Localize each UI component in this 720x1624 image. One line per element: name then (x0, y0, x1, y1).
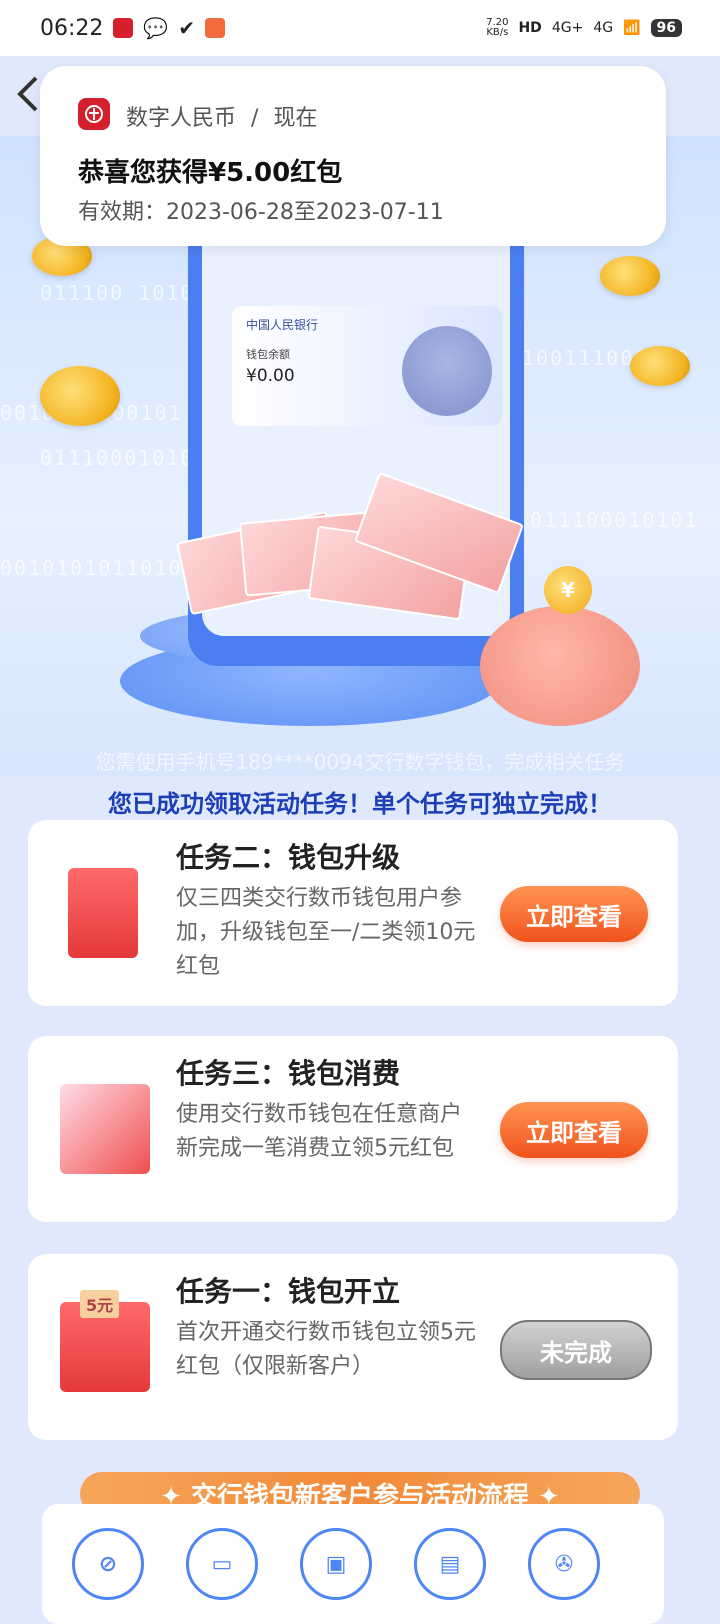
wifi-icon: 📶 (623, 20, 641, 36)
notification-validity: 有效期：2023-06-28至2023-07-11 (78, 200, 444, 225)
task-title: 任务三：钱包消费 (176, 1057, 401, 1090)
view-now-button[interactable]: 立即查看 (500, 886, 648, 942)
notification-app-name: 数字人民币 (126, 106, 237, 131)
notification-app-line: 数字人民币 / 现在 (126, 100, 317, 132)
task-description: 使用交行数币钱包在任意商户新完成一笔消费立领5元红包 (176, 1102, 463, 1161)
piggy-bank: ¥ (480, 566, 640, 726)
task-card-open-wallet: 5元 任务一：钱包开立 首次开通交行数币钱包立领5元红包（仅限新客户） 未完成 (28, 1254, 678, 1440)
yuan-coin-icon: ¥ (544, 566, 592, 614)
flow-step-icon: ✇ (528, 1528, 600, 1600)
notification-separator: / (251, 106, 259, 131)
signal-4gplus-label: 4G+ (551, 20, 584, 36)
coin-icon (630, 346, 690, 386)
banknote-portrait (402, 326, 492, 416)
network-speed: 7.20 KB/s (486, 17, 509, 38)
flow-step-icon: ⊘ (72, 1528, 144, 1600)
task-description: 仅三四类交行数币钱包用户参加，升级钱包至一/二类领10元红包 (176, 886, 476, 979)
task-title: 任务一：钱包开立 (176, 1275, 401, 1308)
status-time: 06:22 (40, 15, 104, 41)
battery-indicator: 96 (650, 19, 682, 37)
card-balance: ¥0.00 (246, 366, 295, 386)
digital-rmb-app-icon (78, 98, 110, 130)
signal-4g-label: 4G (593, 20, 614, 36)
app-notification-icon (205, 18, 226, 38)
binary-decoration: 011100010101 (530, 508, 699, 532)
flow-step-icon: ▤ (414, 1528, 486, 1600)
coin-icon (40, 366, 120, 426)
wallet-icon: 5元 (60, 1290, 150, 1392)
task-card-spend: 任务三：钱包消费 使用交行数币钱包在任意商户新完成一笔消费立领5元红包 立即查看 (28, 1036, 678, 1222)
digital-rmb-icon (113, 18, 134, 38)
coin-icon (600, 256, 660, 296)
growth-arrow-envelope-icon (60, 1084, 150, 1174)
push-notification[interactable]: 数字人民币 / 现在 恭喜您获得¥5.00红包 有效期：2023-06-28至2… (40, 66, 666, 246)
card-bank-name: 中国人民银行 (246, 318, 319, 332)
phone-illustration: 中国人民银行 钱包余额 ¥0.00 (175, 196, 525, 666)
hd-icon: HD (518, 20, 542, 36)
task-description: 首次开通交行数币钱包立领5元红包（仅限新客户） (176, 1320, 476, 1379)
task-card-upgrade: 任务二：钱包升级 仅三四类交行数币钱包用户参加，升级钱包至一/二类领10元红包 … (28, 820, 678, 1006)
rmb-logo-icon (85, 105, 103, 123)
binary-decoration: 011100010101 (40, 446, 209, 470)
wallet-badge: 5元 (80, 1290, 120, 1318)
message-icon: 💬 (143, 16, 169, 40)
notification-title: 恭喜您获得¥5.00红包 (78, 158, 343, 188)
flow-step-icon: ▣ (300, 1528, 372, 1600)
view-now-button[interactable]: 立即查看 (500, 1102, 648, 1158)
status-bar: 06:22 💬 ✔ 7.20 KB/s HD 4G+ 4G 📶 96 (0, 0, 720, 56)
binary-decoration: 00101010110100 (0, 556, 197, 580)
task-title: 任务二：钱包升级 (176, 841, 401, 874)
red-envelope-icon (68, 868, 138, 958)
info-phone-requirement: 您需使用手机号189****0094交行数字钱包，完成相关任务 (95, 750, 625, 774)
check-icon: ✔ (178, 16, 196, 40)
notification-time: 现在 (273, 106, 318, 131)
digital-wallet-card: 中国人民银行 钱包余额 ¥0.00 (232, 306, 502, 426)
info-task-received: 您已成功领取活动任务！单个任务可独立完成！ (108, 790, 612, 818)
not-completed-button: 未完成 (500, 1320, 652, 1380)
flow-steps-card: ⊘ ▭ ▣ ▤ ✇ (42, 1504, 664, 1624)
card-balance-label: 钱包余额 (246, 348, 290, 361)
flow-step-icon: ▭ (186, 1528, 258, 1600)
